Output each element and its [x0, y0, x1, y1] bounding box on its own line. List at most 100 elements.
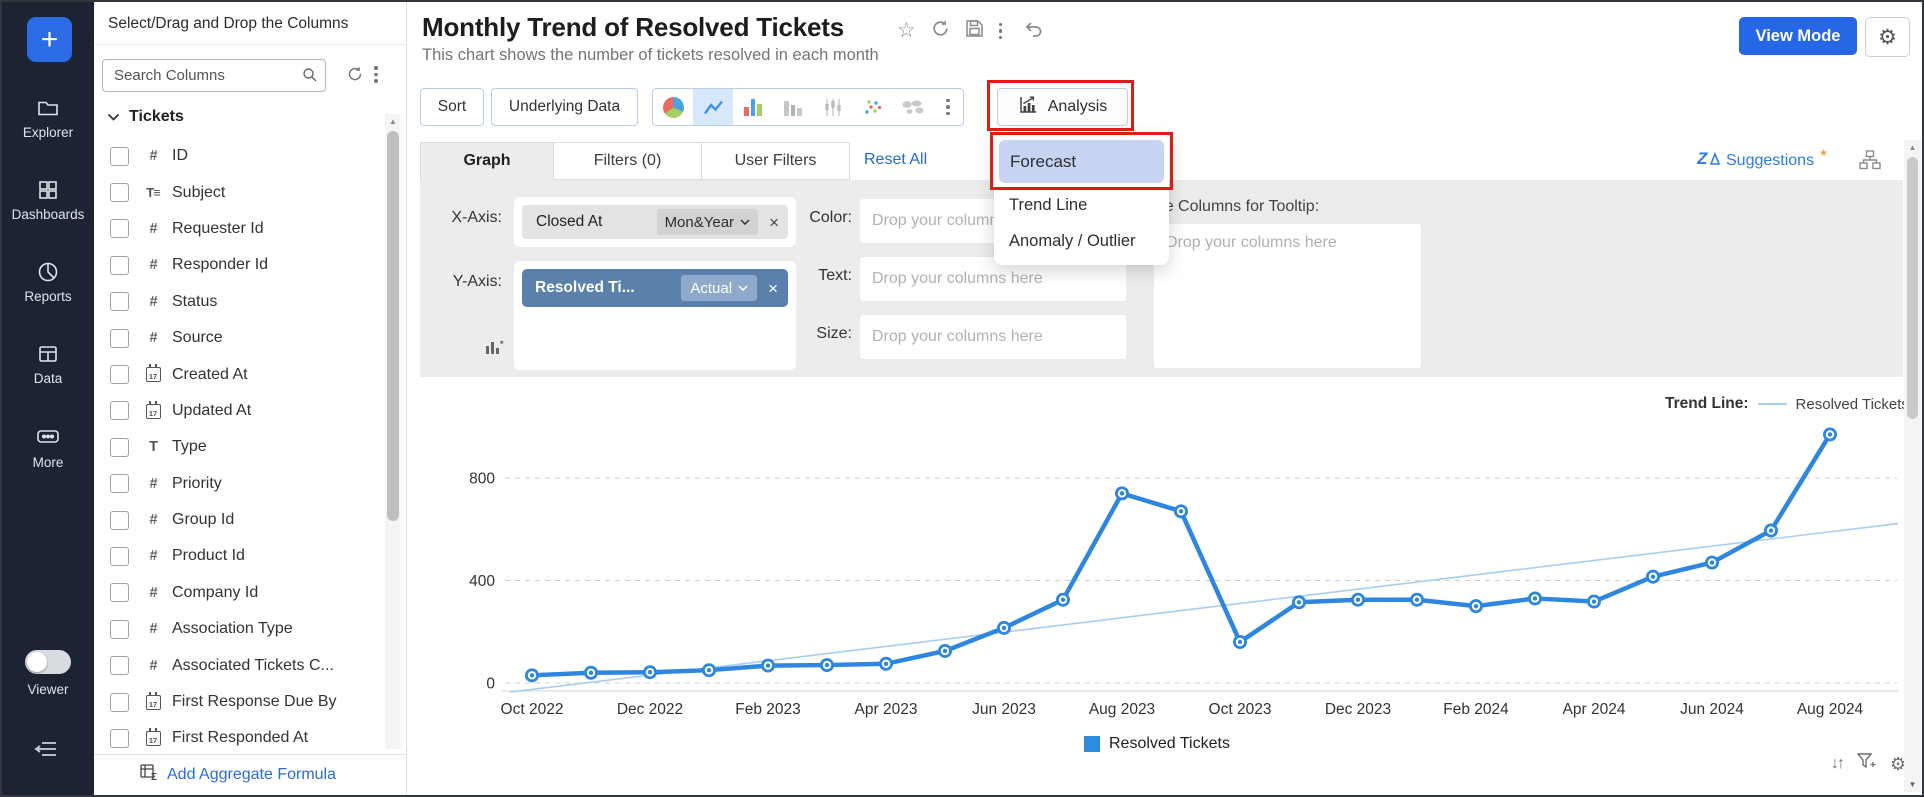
x-axis-granularity-dropdown[interactable]: Mon&Year	[657, 209, 759, 235]
pie-chart-icon[interactable]	[653, 89, 693, 125]
x-axis-chip[interactable]: Closed At Mon&Year ×	[522, 205, 788, 239]
chart-legend[interactable]: Resolved Tickets	[1084, 735, 1230, 753]
column-row[interactable]: First Response Due By	[94, 684, 386, 720]
view-mode-button[interactable]: View Mode	[1739, 17, 1857, 55]
column-checkbox[interactable]	[110, 729, 129, 748]
save-icon[interactable]	[965, 19, 984, 43]
column-row[interactable]: # ID	[94, 138, 386, 174]
data-point[interactable]	[1056, 593, 1070, 607]
refresh-columns-icon[interactable]	[346, 65, 364, 88]
column-row[interactable]: # Requester Id	[94, 211, 386, 247]
more-chart-types-icon[interactable]	[933, 89, 963, 125]
data-point[interactable]	[1292, 595, 1306, 609]
column-row[interactable]: # Priority	[94, 466, 386, 502]
column-row[interactable]: Created At	[94, 356, 386, 392]
data-point[interactable]	[1646, 570, 1660, 584]
data-point[interactable]	[1705, 556, 1719, 570]
column-checkbox[interactable]	[110, 329, 129, 348]
column-row[interactable]: # Association Type	[94, 611, 386, 647]
data-point[interactable]	[879, 657, 893, 671]
refresh-icon[interactable]	[931, 19, 950, 43]
column-row[interactable]: First Responded At	[94, 720, 386, 756]
x-axis-dropzone[interactable]: Closed At Mon&Year ×	[514, 197, 796, 247]
column-row[interactable]: # Associated Tickets C...	[94, 647, 386, 683]
collapse-sidebar-icon[interactable]	[32, 738, 62, 765]
underlying-data-button[interactable]: Underlying Data	[491, 88, 638, 126]
stacked-bar-icon[interactable]	[773, 89, 813, 125]
column-checkbox[interactable]	[110, 438, 129, 457]
suggestions-button[interactable]: Z Suggestions ★	[1697, 148, 1828, 173]
create-new-button[interactable]: +	[27, 17, 72, 62]
data-point[interactable]	[1823, 427, 1837, 441]
data-point[interactable]	[1469, 599, 1483, 613]
data-point[interactable]	[820, 658, 834, 672]
column-checkbox[interactable]	[110, 547, 129, 566]
menu-item-trend-line[interactable]: Trend Line	[994, 187, 1169, 223]
data-point[interactable]	[643, 665, 657, 679]
column-row[interactable]: # Product Id	[94, 538, 386, 574]
column-checkbox[interactable]	[110, 401, 129, 420]
add-aggregate-formula-link[interactable]: Σ Add Aggregate Formula	[94, 754, 406, 795]
data-point[interactable]	[1351, 593, 1365, 607]
search-columns-input[interactable]	[102, 59, 326, 92]
scroll-up-icon[interactable]: ▲	[385, 117, 401, 126]
sidebar-item-data[interactable]: Data	[2, 342, 94, 386]
column-row[interactable]: Updated At	[94, 393, 386, 429]
remove-y-axis-icon[interactable]: ×	[768, 280, 778, 297]
tab-filters[interactable]: Filters (0)	[553, 142, 702, 180]
scrollbar-thumb[interactable]	[1907, 157, 1918, 419]
column-row[interactable]: # Source	[94, 320, 386, 356]
y-axis-aggregation-dropdown[interactable]: Actual	[681, 275, 757, 301]
remove-x-axis-icon[interactable]: ×	[769, 214, 779, 231]
column-row[interactable]: # Group Id	[94, 502, 386, 538]
main-scrollbar[interactable]: ▲ ▼	[1904, 140, 1921, 792]
data-point[interactable]	[761, 659, 775, 673]
column-checkbox[interactable]	[110, 147, 129, 166]
data-point[interactable]	[1174, 504, 1188, 518]
sidebar-item-dashboards[interactable]: Dashboards	[2, 178, 94, 222]
column-row[interactable]: T Type	[94, 429, 386, 465]
column-checkbox[interactable]	[110, 183, 129, 202]
data-point[interactable]	[1233, 635, 1247, 649]
column-row[interactable]: # Responder Id	[94, 247, 386, 283]
data-point[interactable]	[702, 663, 716, 677]
column-checkbox[interactable]	[110, 292, 129, 311]
reset-all-link[interactable]: Reset All	[864, 151, 927, 169]
tab-user-filters[interactable]: User Filters	[701, 142, 850, 180]
analysis-button[interactable]: Analysis	[997, 88, 1128, 126]
bar-chart-icon[interactable]	[733, 89, 773, 125]
line-chart-icon[interactable]	[693, 89, 733, 125]
column-checkbox[interactable]	[110, 583, 129, 602]
filter-add-icon[interactable]	[1857, 753, 1876, 775]
favorite-star-icon[interactable]: ☆	[897, 21, 916, 41]
y-axis-dropzone[interactable]: Resolved Ti... Actual ×	[514, 261, 796, 370]
data-point[interactable]	[1410, 593, 1424, 607]
column-checkbox[interactable]	[110, 365, 129, 384]
data-point[interactable]	[584, 666, 598, 680]
sidebar-item-reports[interactable]: Reports	[2, 260, 94, 304]
data-point[interactable]	[1115, 486, 1129, 500]
sort-button[interactable]: Sort	[420, 88, 484, 126]
column-row[interactable]: T≡ Subject	[94, 174, 386, 210]
menu-item-forecast[interactable]: Forecast	[999, 140, 1164, 183]
undo-icon[interactable]	[1023, 19, 1044, 43]
scrollbar-thumb[interactable]	[387, 131, 399, 521]
table-group-tickets[interactable]: Tickets	[107, 108, 184, 126]
column-row[interactable]: # Company Id	[94, 575, 386, 611]
sidebar-item-more[interactable]: More	[2, 426, 94, 470]
y-axis-chip[interactable]: Resolved Ti... Actual ×	[522, 269, 788, 307]
tab-graph[interactable]: Graph	[420, 142, 554, 180]
sidebar-item-explorer[interactable]: Explorer	[2, 96, 94, 140]
candlestick-chart-icon[interactable]	[813, 89, 853, 125]
column-checkbox[interactable]	[110, 474, 129, 493]
data-point[interactable]	[997, 621, 1011, 635]
column-checkbox[interactable]	[110, 511, 129, 530]
scroll-down-icon[interactable]: ▼	[1904, 780, 1921, 789]
data-point[interactable]	[1764, 524, 1778, 538]
sort-order-icon[interactable]: ↓↑	[1831, 755, 1843, 773]
map-chart-icon[interactable]	[893, 89, 933, 125]
data-point[interactable]	[1587, 595, 1601, 609]
column-row[interactable]: # Status	[94, 284, 386, 320]
viewer-toggle[interactable]	[25, 650, 71, 674]
column-checkbox[interactable]	[110, 656, 129, 675]
